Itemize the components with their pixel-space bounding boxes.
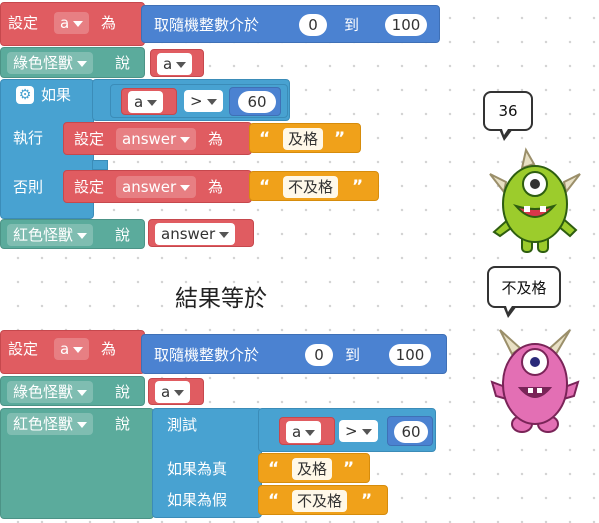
green-monster-speech-bubble: 36 (483, 91, 533, 141)
random-int-label: 取隨機整數介於 (154, 346, 260, 364)
variable-dropdown[interactable]: a (155, 381, 191, 403)
number-field[interactable]: 60 (238, 91, 276, 113)
variable-dropdown[interactable]: a (54, 12, 90, 34)
variable-dropdown[interactable]: a (54, 338, 90, 360)
test-label: 測試 (167, 416, 198, 434)
set-label: 設定 (8, 14, 39, 32)
open-quote-icon: “ (259, 129, 271, 149)
random-max-field[interactable]: 100 (385, 14, 427, 36)
operator-dropdown[interactable]: > (339, 420, 378, 442)
say-label: 說 (115, 226, 131, 244)
text-block[interactable]: “ 不及格 ” (249, 171, 379, 201)
if-false-label: 如果為假 (167, 491, 228, 509)
variable-a-block[interactable]: a (121, 88, 177, 115)
number-block[interactable]: 60 (229, 87, 281, 116)
text-block[interactable]: “ 及格 ” (258, 453, 370, 483)
compare-block[interactable]: a > 60 (110, 84, 288, 118)
say-red-block[interactable]: 紅色怪獸 說 (0, 408, 154, 519)
sprite-dropdown[interactable]: 綠色怪獸 (7, 52, 94, 74)
number-block[interactable]: 60 (387, 416, 433, 446)
open-quote-icon: “ (268, 491, 280, 511)
ternary-compare-block[interactable]: a > 60 (258, 408, 436, 452)
number-field[interactable]: 60 (394, 421, 428, 443)
if-true-label: 如果為真 (167, 460, 228, 478)
text-field[interactable]: 及格 (283, 128, 324, 150)
random-int-block[interactable]: 取隨機整數介於 0 到 100 (141, 334, 447, 374)
red-monster-speech-bubble: 不及格 (487, 266, 561, 318)
sprite-dropdown[interactable]: 綠色怪獸 (7, 381, 94, 403)
speech-text: 不及格 (501, 279, 547, 297)
set-answer-block[interactable]: 設定 answer 為 (63, 170, 252, 203)
sprite-dropdown[interactable]: 紅色怪獸 (7, 413, 94, 435)
to-label: 為 (101, 340, 117, 358)
variable-dropdown[interactable]: answer (116, 176, 197, 198)
set-a-block[interactable]: 設定 a 為 (0, 2, 145, 46)
variable-dropdown[interactable]: a (157, 53, 193, 75)
variable-answer-block[interactable]: answer (148, 219, 254, 247)
text-block[interactable]: “ 不及格 ” (258, 485, 388, 515)
say-green-block[interactable]: 綠色怪獸 說 (0, 376, 145, 406)
set-label: 設定 (74, 130, 105, 148)
variable-dropdown[interactable]: a (128, 91, 164, 113)
close-quote-icon: ” (334, 129, 346, 149)
green-monster-sprite[interactable] (486, 146, 584, 256)
ternary-block[interactable]: 測試 如果為真 如果為假 (152, 408, 262, 518)
variable-dropdown[interactable]: answer (155, 223, 236, 245)
then-label: 執行 (13, 129, 44, 147)
close-quote-icon: ” (343, 459, 355, 479)
set-label: 設定 (74, 178, 105, 196)
close-quote-icon: ” (352, 177, 364, 197)
variable-dropdown[interactable]: answer (116, 128, 197, 150)
else-label: 否則 (13, 178, 44, 196)
if-block-middle (92, 160, 108, 170)
to-label: 為 (101, 14, 117, 32)
to-label: 為 (208, 178, 224, 196)
open-quote-icon: “ (259, 177, 271, 197)
speech-text: 36 (498, 102, 518, 120)
say-label: 說 (115, 54, 131, 72)
text-field[interactable]: 不及格 (292, 490, 348, 512)
set-a-block[interactable]: 設定 a 為 (0, 330, 145, 374)
random-and-label: 到 (345, 346, 361, 364)
open-quote-icon: “ (268, 459, 280, 479)
say-label: 說 (115, 415, 131, 433)
set-answer-block[interactable]: 設定 answer 為 (63, 122, 252, 155)
random-min-field[interactable]: 0 (299, 14, 327, 36)
close-quote-icon: ” (361, 491, 373, 511)
sprite-dropdown[interactable]: 紅色怪獸 (7, 224, 94, 246)
say-green-block[interactable]: 綠色怪獸 說 (0, 47, 145, 78)
random-min-field[interactable]: 0 (305, 344, 333, 366)
set-label: 設定 (8, 340, 39, 358)
if-label: 如果 (41, 86, 72, 104)
random-int-block[interactable]: 取隨機整數介於 0 到 100 (141, 5, 440, 43)
result-heading: 結果等於 (175, 286, 267, 312)
operator-dropdown[interactable]: > (184, 90, 223, 112)
variable-a-block[interactable]: a (279, 417, 335, 445)
red-monster-sprite[interactable] (486, 326, 584, 436)
random-max-field[interactable]: 100 (389, 344, 431, 366)
say-red-block[interactable]: 紅色怪獸 說 (0, 219, 145, 249)
random-int-label: 取隨機整數介於 (154, 16, 260, 34)
variable-a-block[interactable]: a (148, 378, 204, 405)
variable-dropdown[interactable]: a (286, 421, 322, 443)
random-and-label: 到 (344, 16, 360, 34)
text-field[interactable]: 不及格 (283, 176, 339, 198)
say-label: 說 (115, 383, 131, 401)
to-label: 為 (208, 130, 224, 148)
variable-a-block[interactable]: a (150, 49, 204, 77)
gear-icon[interactable]: ⚙ (16, 86, 34, 104)
text-field[interactable]: 及格 (292, 458, 333, 480)
text-block[interactable]: “ 及格 ” (249, 123, 361, 153)
